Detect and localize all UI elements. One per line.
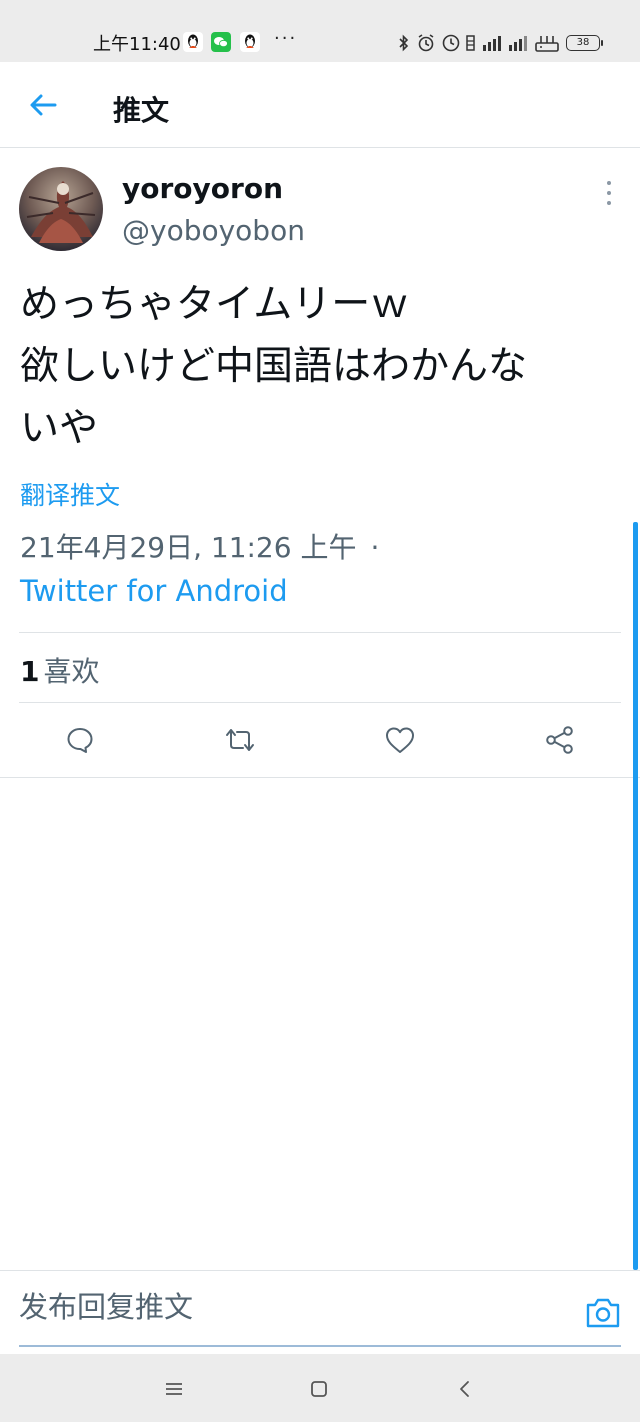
qq-icon — [183, 32, 203, 52]
reply-button[interactable] — [62, 722, 98, 758]
retweet-icon — [226, 729, 254, 751]
menu-icon — [166, 1383, 182, 1395]
camera-button[interactable] — [584, 1295, 622, 1331]
likes-stat[interactable]: 1 喜欢 — [20, 650, 100, 690]
page-title: 推文 — [113, 94, 170, 127]
system-icons: 38 — [398, 32, 603, 54]
tweet-text-line: いや — [20, 406, 99, 451]
reply-composer — [0, 1270, 640, 1354]
more-dot-icon — [607, 181, 611, 185]
signal-icon — [483, 36, 501, 51]
camera-icon — [586, 1298, 620, 1328]
scrollbar[interactable] — [633, 522, 638, 1270]
home-icon — [311, 1381, 327, 1397]
more-options-button[interactable] — [596, 178, 622, 208]
tweet-text: めっちゃタイムリーｗ 欲しいけど中国語はわかんな いや — [20, 274, 620, 460]
bluetooth-icon — [399, 34, 409, 52]
comment-icon — [67, 728, 93, 753]
home-button[interactable] — [304, 1374, 334, 1404]
reply-input[interactable] — [19, 1287, 579, 1327]
system-nav-bar — [0, 1354, 640, 1422]
tweet-text-line: めっちゃタイムリーｗ — [20, 282, 410, 327]
signal-icon — [509, 36, 527, 51]
reply-input-underline — [19, 1345, 621, 1347]
divider — [19, 702, 621, 703]
timestamp-separator: · — [370, 531, 380, 564]
like-button[interactable] — [382, 722, 418, 758]
battery-indicator: 38 — [566, 35, 603, 51]
author-handle[interactable]: @yoboyobon — [122, 214, 305, 247]
author-display-name[interactable]: yoroyoron — [122, 172, 283, 205]
system-back-button[interactable] — [450, 1374, 480, 1404]
alarm-icon — [418, 34, 434, 52]
top-header: 推文 — [0, 62, 640, 148]
divider — [19, 632, 621, 633]
share-icon — [546, 726, 573, 754]
likes-count: 1 — [20, 655, 40, 688]
retweet-button[interactable] — [222, 722, 258, 758]
qq-icon — [240, 32, 260, 52]
more-dot-icon — [607, 201, 611, 205]
status-time: 上午11:40 — [93, 34, 181, 55]
sim-icon — [466, 35, 475, 51]
tweet-source-link[interactable]: Twitter for Android — [20, 574, 288, 608]
status-bar: 上午11:40 ··· 38 — [0, 0, 640, 62]
tweet-timestamp: 21年4月29日, 11:26 上午 · — [20, 526, 379, 566]
more-notifications-icon: ··· — [274, 28, 298, 49]
likes-label: 喜欢 — [43, 655, 100, 688]
router-icon — [535, 36, 559, 52]
recent-apps-button[interactable] — [159, 1374, 189, 1404]
share-button[interactable] — [542, 722, 578, 758]
more-dot-icon — [607, 191, 611, 195]
heart-icon — [386, 727, 414, 753]
back-button[interactable] — [22, 84, 64, 126]
timestamp-text: 21年4月29日, 11:26 上午 — [20, 531, 357, 564]
back-icon — [460, 1381, 469, 1397]
tweet-text-line: 欲しいけど中国語はわかんな — [20, 344, 528, 389]
wechat-icon — [211, 32, 231, 52]
clock-icon — [442, 34, 460, 52]
translate-tweet-link[interactable]: 翻译推文 — [20, 476, 120, 512]
avatar[interactable] — [19, 167, 103, 251]
tweet-actions — [0, 704, 640, 778]
arrow-left-icon — [30, 94, 57, 116]
